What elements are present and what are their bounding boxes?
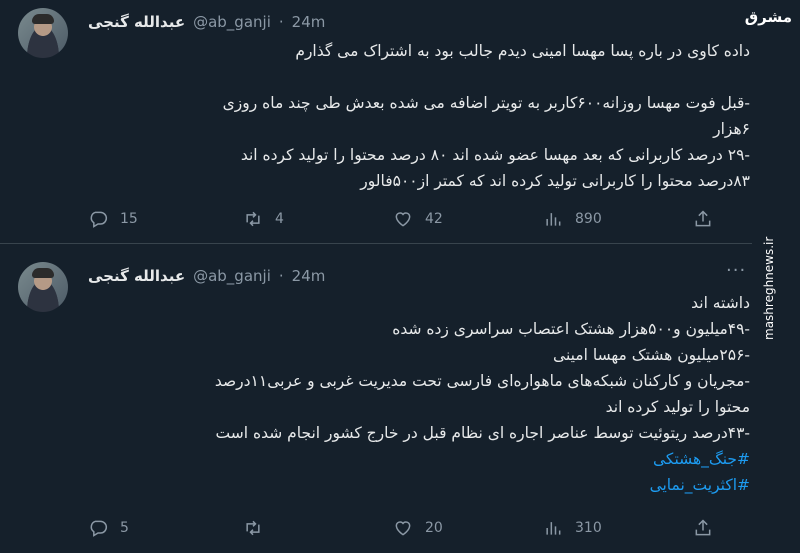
view-count: 890 (575, 211, 602, 227)
share-button[interactable] (693, 518, 713, 538)
tweet-line: -۲۹ درصد کاربرانی که بعد مهسا عضو شده ان… (240, 146, 750, 164)
retweet-button[interactable]: 4 (243, 209, 284, 229)
share-icon (695, 210, 711, 227)
reply-icon (90, 520, 108, 537)
heart-icon (395, 212, 411, 227)
reply-button[interactable]: 5 (88, 518, 129, 538)
tweet-line: -مجریان و کارکنان شبکه‌های ماهواره‌ای فا… (214, 372, 750, 390)
avatar[interactable] (18, 262, 68, 312)
mashregh-logo: مشرق (744, 8, 792, 26)
tweet-line: -قبل فوت مهسا روزانه۶۰۰کاربر به تویتر اض… (222, 94, 750, 112)
separator-dot: · (278, 267, 284, 285)
reply-count: 15 (120, 211, 138, 227)
tweet[interactable]: عبدالله گنجی @ab_ganji · 24m داده کاوی د… (0, 0, 752, 244)
views-icon (546, 522, 561, 535)
tweet-time[interactable]: 24m (292, 13, 326, 31)
reply-icon (90, 211, 108, 228)
tweet-line: -۴۳درصد ریتوئیت توسط عناصر اجاره ای نظام… (215, 424, 750, 442)
avatar[interactable] (18, 8, 68, 58)
tweet-line: ۸۳درصد محتوا را کاربرانی تولید کرده اند … (360, 172, 750, 190)
tweet-text: داده کاوی در باره پسا مهسا امینی دیدم جا… (120, 38, 750, 194)
like-count: 20 (425, 520, 443, 536)
share-icon (695, 519, 711, 536)
retweet-count: 4 (275, 211, 284, 227)
tweet-header: عبدالله گنجی @ab_ganji · 24m (88, 11, 325, 33)
hashtag-link[interactable]: #اکثریت_نمایی (120, 472, 750, 498)
tweet-text: داشته اند -۴۹میلیون و۵۰۰هزار هشتک اعتصاب… (120, 290, 750, 498)
tweet-actions: 15 4 42 890 (88, 207, 748, 231)
watermark-strip: مشرق mashreghnews.ir (744, 0, 800, 553)
tweet-line-blank (120, 64, 750, 90)
retweet-icon (246, 520, 260, 536)
views-icon (546, 213, 561, 226)
tweet-line: ۶هزار (713, 120, 750, 138)
author-name[interactable]: عبدالله گنجی (88, 13, 185, 31)
tweet-line: -۲۵۶میلیون هشتک مهسا امینی (553, 346, 750, 364)
heart-icon (395, 521, 411, 536)
tweet-header: عبدالله گنجی @ab_ganji · 24m (88, 265, 325, 287)
tweet-line: -۴۹میلیون و۵۰۰هزار هشتک اعتصاب سراسری زد… (392, 320, 750, 338)
hashtag-link[interactable]: #جنگ_هشتکی (120, 446, 750, 472)
tweet[interactable]: عبدالله گنجی @ab_ganji · 24m ··· داشته ا… (0, 244, 752, 553)
tweet-line: داده کاوی در باره پسا مهسا امینی دیدم جا… (295, 42, 750, 60)
reply-button[interactable]: 15 (88, 209, 138, 229)
reply-count: 5 (120, 520, 129, 536)
more-icon[interactable]: ··· (726, 262, 746, 285)
retweet-button[interactable] (243, 518, 275, 538)
tweet-actions: 5 20 310 (88, 516, 748, 540)
retweet-icon (246, 211, 260, 227)
separator-dot: · (278, 13, 284, 31)
watermark-url: mashreghnews.ir (762, 236, 776, 340)
tweet-line: محتوا را تولید کرده اند (605, 398, 750, 416)
author-handle[interactable]: @ab_ganji (193, 267, 271, 285)
view-count: 310 (575, 520, 602, 536)
author-handle[interactable]: @ab_ganji (193, 13, 271, 31)
like-count: 42 (425, 211, 443, 227)
views-button[interactable]: 890 (543, 209, 602, 229)
tweet-line: داشته اند (691, 294, 750, 312)
like-button[interactable]: 42 (393, 209, 443, 229)
author-name[interactable]: عبدالله گنجی (88, 267, 185, 285)
tweet-time[interactable]: 24m (292, 267, 326, 285)
share-button[interactable] (693, 209, 713, 229)
like-button[interactable]: 20 (393, 518, 443, 538)
views-button[interactable]: 310 (543, 518, 602, 538)
